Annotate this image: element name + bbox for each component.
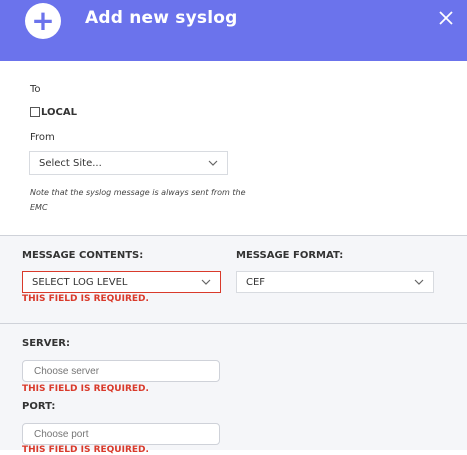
log-level-value: SELECT LOG LEVEL (32, 277, 128, 288)
local-label: LOCAL (41, 107, 77, 118)
message-contents-label: MESSAGE CONTENTS: (22, 250, 144, 261)
dialog-title: Add new syslog (85, 8, 238, 28)
log-level-select[interactable]: SELECT LOG LEVEL (22, 271, 221, 293)
message-format-value: CEF (246, 277, 266, 288)
port-label: PORT: (22, 401, 56, 412)
server-input[interactable] (22, 360, 220, 382)
syslog-note: Note that the syslog message is always s… (30, 188, 246, 212)
port-input[interactable] (22, 423, 220, 445)
to-label: To (30, 84, 41, 95)
message-contents-error: THIS FIELD IS REQUIRED. (22, 294, 149, 304)
server-error: THIS FIELD IS REQUIRED. (22, 384, 149, 394)
from-label: From (30, 132, 55, 143)
message-format-label: MESSAGE FORMAT: (236, 250, 344, 261)
site-select-value: Select Site... (39, 158, 102, 169)
chevron-down-icon (208, 160, 218, 166)
server-label: SERVER: (22, 338, 71, 349)
chevron-down-icon (414, 279, 424, 285)
close-icon[interactable] (436, 8, 456, 28)
port-error: THIS FIELD IS REQUIRED. (22, 445, 149, 455)
dialog-header: + Add new syslog (0, 0, 467, 61)
site-select[interactable]: Select Site... (29, 151, 228, 175)
message-format-select[interactable]: CEF (236, 271, 434, 293)
plus-icon: + (25, 3, 61, 39)
chevron-down-icon (201, 279, 211, 285)
local-checkbox[interactable] (30, 107, 40, 117)
